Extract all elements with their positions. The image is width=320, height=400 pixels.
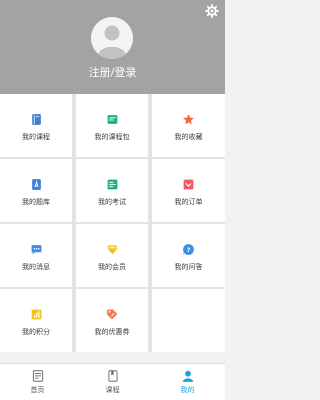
menu-item-my-favorites[interactable]: 我的收藏 <box>152 94 225 157</box>
menu-item-my-coupons[interactable]: 我的优惠券 <box>76 289 148 352</box>
menu-item-label: 我的问答 <box>174 263 203 271</box>
menu-item-label: 我的课程 <box>22 133 50 141</box>
star-icon <box>183 114 194 125</box>
user-silhouette-icon <box>91 17 133 59</box>
tab-home[interactable]: 首页 <box>0 364 75 400</box>
points-icon <box>31 309 41 320</box>
menu-item-label: 我的订单 <box>174 198 203 206</box>
avatar[interactable] <box>91 17 133 59</box>
question-bank-icon <box>31 179 41 190</box>
menu-item-empty <box>152 289 225 352</box>
menu-item-label: 我的积分 <box>22 328 50 336</box>
qa-icon: ? <box>183 244 194 255</box>
svg-text:?: ? <box>187 246 191 254</box>
bottom-tab-bar: 首页 课程 我的 <box>0 363 225 400</box>
order-icon <box>183 179 194 190</box>
menu-item-my-exams[interactable]: 我的考试 <box>76 159 148 222</box>
menu-item-my-course-packages[interactable]: 我的课程包 <box>76 94 148 157</box>
gear-icon[interactable] <box>205 4 219 18</box>
exam-icon <box>107 179 117 190</box>
tab-label: 我的 <box>180 386 195 394</box>
tab-label: 课程 <box>105 386 120 394</box>
menu-item-label: 我的考试 <box>98 198 126 206</box>
menu-item-my-orders[interactable]: 我的订单 <box>152 159 225 222</box>
menu-item-my-question-bank[interactable]: 我的题库 <box>0 159 72 222</box>
menu-item-label: 我的课程包 <box>94 133 130 141</box>
menu-item-label: 我的收藏 <box>174 133 203 141</box>
tab-label: 首页 <box>30 386 45 394</box>
menu-item-my-points[interactable]: 我的积分 <box>0 289 72 352</box>
menu-item-my-courses[interactable]: 我的课程 <box>0 94 72 157</box>
menu-item-my-messages[interactable]: 我的消息 <box>0 224 72 287</box>
menu-item-label: 我的题库 <box>22 198 50 206</box>
tab-courses[interactable]: 课程 <box>75 364 150 400</box>
menu-item-my-qa[interactable]: ? 我的问答 <box>152 224 225 287</box>
profile-header: 注册/登录 <box>0 0 225 94</box>
course-package-icon <box>107 115 117 124</box>
menu-item-label: 我的消息 <box>22 263 50 271</box>
message-icon <box>31 245 41 255</box>
tab-mine[interactable]: 我的 <box>150 364 225 400</box>
book-icon <box>31 114 41 125</box>
menu-item-label: 我的会员 <box>98 263 126 271</box>
login-register-link[interactable]: 注册/登录 <box>0 64 225 80</box>
coupon-icon <box>106 309 117 320</box>
menu-item-label: 我的优惠券 <box>94 328 130 336</box>
menu-grid: 我的课程 我的课程包 我的收藏 我的题库 我的考试 我的订单 我的消息 我的会员… <box>0 94 225 352</box>
menu-item-my-membership[interactable]: 我的会员 <box>76 224 148 287</box>
course-icon <box>107 370 118 382</box>
vip-diamond-icon <box>106 244 118 255</box>
profile-icon <box>182 370 193 382</box>
home-icon <box>32 370 43 382</box>
